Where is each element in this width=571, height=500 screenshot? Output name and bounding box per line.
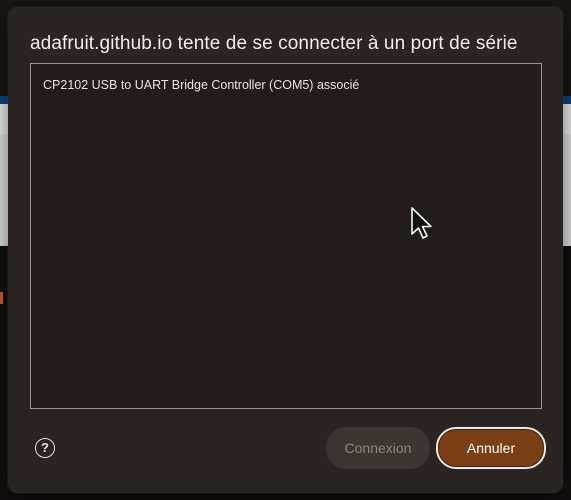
cancel-button[interactable]: Annuler xyxy=(436,427,546,469)
help-icon[interactable]: ? xyxy=(35,438,55,458)
device-list-item[interactable]: CP2102 USB to UART Bridge Controller (CO… xyxy=(43,78,359,92)
connect-button[interactable]: Connexion xyxy=(326,427,430,469)
mouse-pointer-icon xyxy=(411,207,432,239)
dialog-title: adafruit.github.io tente de se connecter… xyxy=(30,33,518,54)
serial-port-dialog: adafruit.github.io tente de se connecter… xyxy=(8,7,563,493)
background-accent-mark xyxy=(0,292,3,304)
device-list[interactable]: CP2102 USB to UART Bridge Controller (CO… xyxy=(30,63,542,409)
